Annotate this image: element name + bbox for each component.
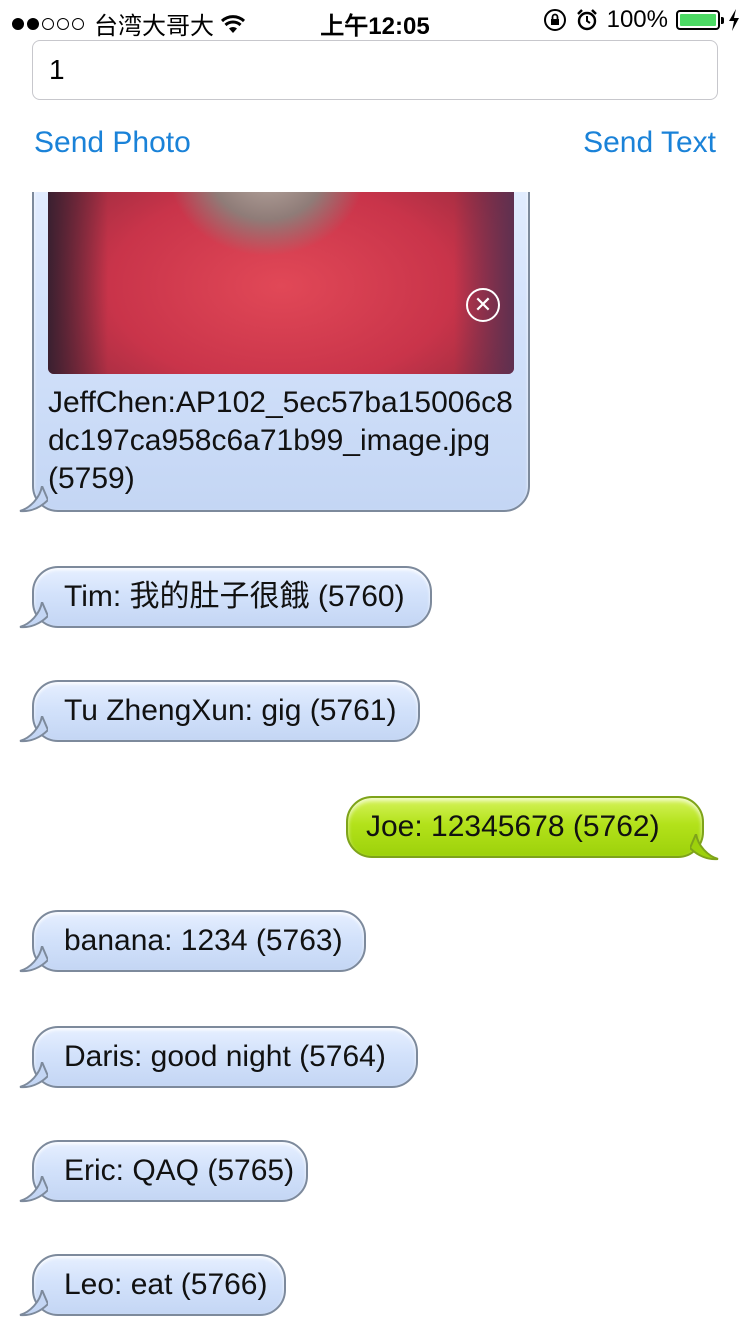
bubble-tail xyxy=(19,486,48,513)
battery-percent: 100% xyxy=(606,6,668,33)
message-bubble[interactable]: Tim: 我的肚子很餓 (5760) xyxy=(19,566,432,629)
status-right: 100% xyxy=(543,6,740,34)
message-photo[interactable]: ✕ xyxy=(48,192,514,374)
message-bubble[interactable]: Daris: good night (5764) xyxy=(19,1026,418,1089)
signal-strength-icon xyxy=(12,17,84,30)
status-bar: 台湾大哥大 上午12:05 100% xyxy=(0,0,750,40)
message-bubble[interactable]: Tu ZhengXun: gig (5761) xyxy=(19,680,420,743)
bubble-tail xyxy=(19,1176,48,1203)
message-text: Tim: 我的肚子很餓 (5760) xyxy=(64,580,405,613)
message-text: Eric: QAQ (5765) xyxy=(64,1154,295,1187)
battery-icon xyxy=(676,10,724,30)
message-text: Leo: eat (5766) xyxy=(64,1268,268,1301)
close-icon[interactable]: ✕ xyxy=(466,288,500,322)
bubble-tail xyxy=(690,834,719,861)
send-text-button[interactable]: Send Text xyxy=(583,126,716,160)
message-bubble[interactable]: banana: 1234 (5763) xyxy=(19,910,366,973)
bubble-tail xyxy=(19,1290,48,1317)
message-input[interactable] xyxy=(32,40,718,100)
message-text: Joe: 12345678 (5762) xyxy=(366,810,660,843)
bubble-tail xyxy=(19,1062,48,1089)
chat-list[interactable]: ✕ JeffChen:AP102_5ec57ba15006c8dc197ca95… xyxy=(0,192,750,1334)
send-photo-button[interactable]: Send Photo xyxy=(34,126,191,160)
wifi-icon xyxy=(220,14,246,33)
photo-message-bubble[interactable]: ✕ JeffChen:AP102_5ec57ba15006c8dc197ca95… xyxy=(19,192,530,513)
carrier-name: 台湾大哥大 xyxy=(94,13,214,40)
bubble-tail xyxy=(19,946,48,973)
message-text: Tu ZhengXun: gig (5761) xyxy=(64,694,397,727)
outgoing-message-bubble[interactable]: Joe: 12345678 (5762) xyxy=(346,796,719,861)
rotation-lock-icon xyxy=(543,9,566,31)
message-text: JeffChen:AP102_5ec57ba15006c8dc197ca958c… xyxy=(48,386,513,495)
status-left: 台湾大哥大 xyxy=(12,6,246,41)
bubble-tail xyxy=(19,602,48,629)
message-text: banana: 1234 (5763) xyxy=(64,924,343,957)
message-bubble[interactable]: Leo: eat (5766) xyxy=(19,1254,286,1317)
alarm-icon xyxy=(576,9,597,31)
charging-bolt-icon xyxy=(729,9,739,31)
bubble-tail xyxy=(19,716,48,743)
message-bubble[interactable]: Eric: QAQ (5765) xyxy=(19,1140,308,1203)
message-text: Daris: good night (5764) xyxy=(64,1040,386,1073)
